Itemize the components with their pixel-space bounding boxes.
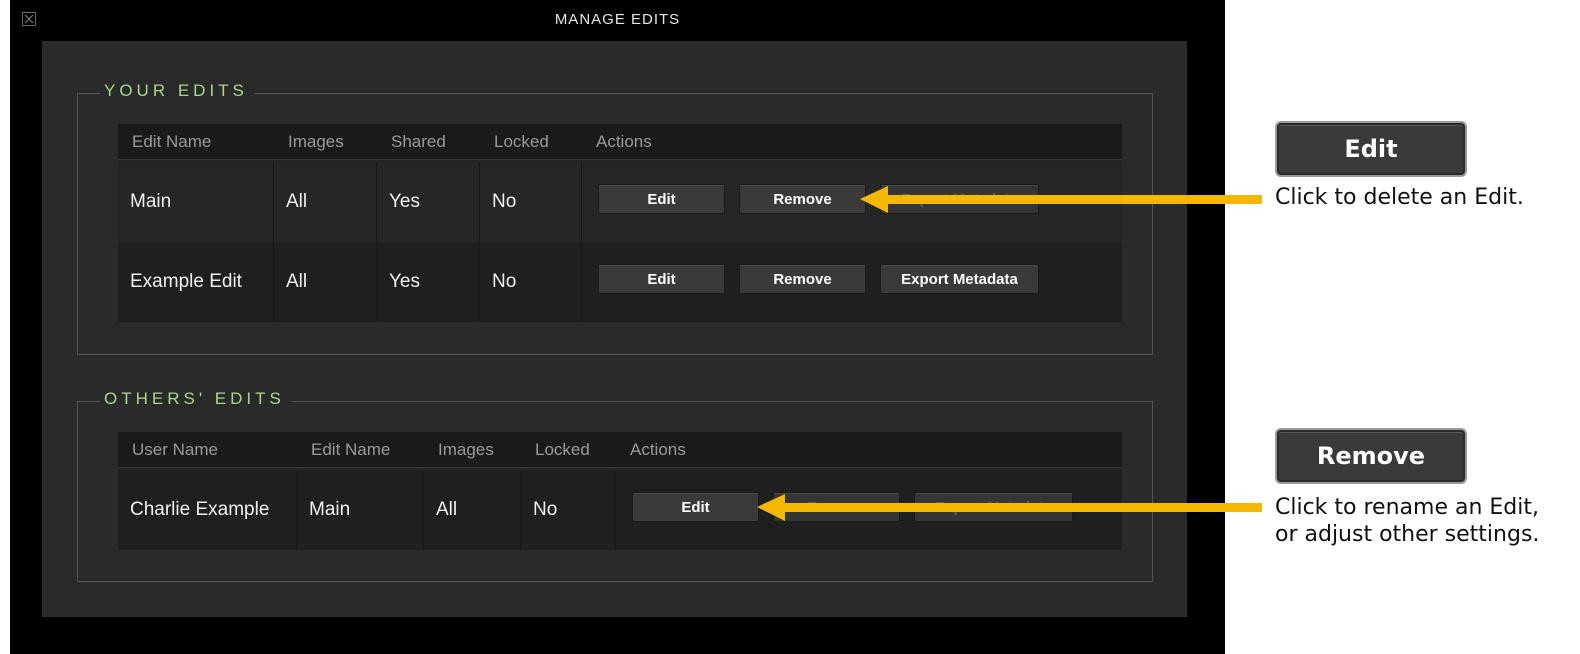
table-header: Edit Name Images Shared Locked Actions xyxy=(118,124,1122,160)
column-header-actions: Actions xyxy=(596,132,652,151)
shared-cell: Yes xyxy=(376,242,479,322)
manage-edits-window: MANAGE EDITS YOUR EDITS Edit Name Images… xyxy=(10,0,1225,654)
column-header-locked: Locked xyxy=(494,132,549,151)
edit-name-cell: Main xyxy=(296,470,423,550)
user-name-cell: Charlie Example xyxy=(130,499,270,520)
edit-button[interactable]: Edit xyxy=(632,492,759,522)
column-header-actions: Actions xyxy=(630,440,686,459)
column-header-images: Images xyxy=(288,132,344,151)
images-cell: All xyxy=(273,242,376,322)
edit-button[interactable]: Edit xyxy=(598,264,725,294)
others-edits-label: OTHERS' EDITS xyxy=(100,389,291,409)
manage-edits-panel: YOUR EDITS Edit Name Images Shared Locke… xyxy=(42,41,1187,617)
column-header-edit-name: Edit Name xyxy=(311,440,391,459)
window-title: MANAGE EDITS xyxy=(554,11,681,28)
locked-cell: No xyxy=(479,242,581,322)
shared-cell: Yes xyxy=(376,162,479,242)
column-header-edit-name: Edit Name xyxy=(132,132,212,151)
others-edits-group: OTHERS' EDITS User Name Edit Name Images… xyxy=(77,389,1153,582)
column-header-shared: Shared xyxy=(391,132,446,151)
callout-edit-text: Click to delete an Edit. xyxy=(1275,185,1524,210)
callout-remove-button: Remove xyxy=(1277,430,1465,482)
others-edits-table: User Name Edit Name Images Locked Action… xyxy=(118,432,1122,550)
callout-remove-text: Click to rename an Edit, or adjust other… xyxy=(1275,495,1540,547)
locked-cell: No xyxy=(520,470,615,550)
column-header-images: Images xyxy=(438,440,494,459)
edit-name-cell: Example Edit xyxy=(130,271,242,292)
your-edits-group: YOUR EDITS Edit Name Images Shared Locke… xyxy=(77,81,1153,355)
your-edits-table: Edit Name Images Shared Locked Actions M… xyxy=(118,124,1122,322)
column-header-user-name: User Name xyxy=(132,440,218,459)
remove-button[interactable]: Remove xyxy=(739,264,866,294)
images-cell: All xyxy=(423,470,520,550)
edit-button[interactable]: Edit xyxy=(598,184,725,214)
callout-edit-button: Edit xyxy=(1277,123,1465,175)
arrow-to-edit-button-icon xyxy=(757,494,1262,521)
images-cell: All xyxy=(273,162,376,242)
table-header: User Name Edit Name Images Locked Action… xyxy=(118,432,1122,468)
your-edits-label: YOUR EDITS xyxy=(100,81,254,101)
locked-cell: No xyxy=(479,162,581,242)
remove-button[interactable]: Remove xyxy=(739,184,866,214)
column-header-locked: Locked xyxy=(535,440,590,459)
edit-name-cell: Main xyxy=(130,191,172,212)
table-row: Example Edit All Yes No Edit Remove Expo… xyxy=(118,242,1122,322)
export-metadata-button[interactable]: Export Metadata xyxy=(880,264,1039,294)
arrow-to-remove-button-icon xyxy=(860,186,1262,213)
